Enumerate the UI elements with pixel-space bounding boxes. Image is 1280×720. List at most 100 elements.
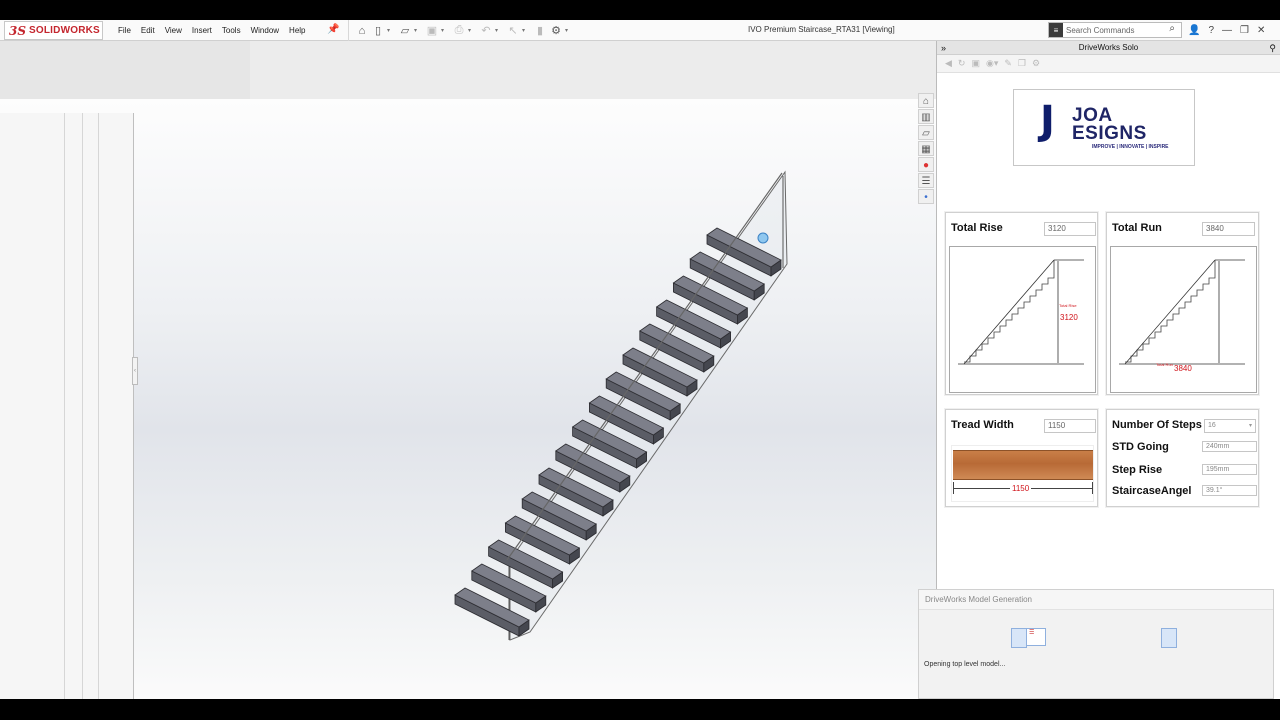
save-icon[interactable]: ▣ [971, 58, 980, 69]
rebuild-icon[interactable]: ▮ [533, 24, 547, 37]
menu-help[interactable]: Help [289, 26, 305, 35]
pane-collapse-handle[interactable]: ‹ [132, 357, 138, 385]
graphics-viewport[interactable]: ‹ [0, 99, 936, 699]
document-icon [1011, 628, 1027, 648]
menu-insert[interactable]: Insert [192, 26, 212, 35]
window-title: IVO Premium Staircase_RTA31 [Viewing] [748, 25, 895, 34]
dot-icon[interactable]: • [918, 189, 934, 204]
menu-file[interactable]: File [118, 26, 131, 35]
settings-icon[interactable]: ⚙ [1032, 58, 1040, 69]
back-icon[interactable]: ◀ [945, 58, 952, 69]
panel-title: DriveWorks Solo [1078, 43, 1139, 52]
total-rise-input[interactable]: 3120 [1044, 222, 1096, 236]
search-input[interactable]: Search Commands [1066, 26, 1134, 35]
close-icon[interactable]: ✕ [1257, 25, 1265, 36]
refresh-icon[interactable]: ↻ [958, 58, 966, 69]
folder-icon[interactable]: ▱ [918, 125, 934, 140]
options-icon[interactable]: ⚙ [549, 24, 563, 37]
help-icon[interactable]: ? [1208, 25, 1214, 36]
solidworks-logo[interactable]: 3S SOLIDWORKS [4, 21, 103, 40]
staircase-model[interactable] [440, 159, 800, 649]
dimension-tick [1092, 482, 1093, 494]
feature-manager-pane[interactable] [0, 113, 134, 699]
chevron-down-icon[interactable]: ▾ [495, 27, 501, 34]
divider [82, 113, 83, 699]
undo-icon[interactable]: ↶ [479, 24, 493, 37]
home-icon[interactable]: ⌂ [918, 93, 934, 108]
restore-icon[interactable]: ❐ [1240, 25, 1249, 36]
edit-icon[interactable]: ✎ [1004, 58, 1012, 69]
select-icon[interactable]: ↖ [506, 24, 520, 37]
quick-access-toolbar: ⌂ ▯ ▾ ▱ ▾ ▣ ▾ ⎙ ▾ ↶ ▾ ↖ ▾ ▮ ⚙ ▾ [348, 20, 574, 41]
copy-icon[interactable]: ❐ [1018, 58, 1026, 69]
tread-width-input[interactable]: 1150 [1044, 419, 1096, 433]
menu-tools[interactable]: Tools [222, 26, 241, 35]
total-rise-label: Total Rise [951, 222, 1003, 234]
logo-text-designs: ESIGNS [1072, 123, 1147, 144]
menu-window[interactable]: Window [251, 26, 279, 35]
window-controls: 👤 ? — ❐ ✕ [1188, 20, 1265, 41]
tread-width-card: Tread Width 1150 1150 [945, 409, 1098, 507]
parts-icon[interactable]: ▥ [918, 109, 934, 124]
minimize-icon[interactable]: — [1222, 25, 1232, 36]
chevron-down-icon[interactable]: ▾ [468, 27, 474, 34]
palette-icon[interactable]: ▦ [918, 141, 934, 156]
solidworks-window: 3S SOLIDWORKS File Edit View Insert Tool… [0, 20, 1280, 699]
chevron-down-icon[interactable]: ▾ [565, 27, 571, 34]
rise-diagram-value: 3120 [1060, 313, 1078, 322]
staircase-angle-field[interactable]: 39.1° [1202, 485, 1257, 496]
glass-top-edge [506, 172, 783, 561]
open-icon[interactable]: ▱ [398, 24, 412, 37]
chevron-down-icon[interactable]: ▾ [387, 27, 393, 34]
chevron-down-icon[interactable]: ▾ [441, 27, 447, 34]
menu-bar: File Edit View Insert Tools Window Help [118, 20, 316, 41]
chevron-down-icon[interactable]: ▾ [522, 27, 528, 34]
std-going-label: STD Going [1112, 441, 1169, 453]
staircase-angle-label: StaircaseAngel [1112, 485, 1192, 497]
appearance-icon[interactable]: ● [918, 157, 934, 172]
step-rise-label: Step Rise [1112, 464, 1163, 476]
cursor-indicator-icon [757, 232, 769, 244]
tread-width-diagram: 1150 [951, 445, 1094, 502]
home-icon[interactable]: ⌂ [355, 25, 369, 37]
new-icon[interactable]: ▯ [371, 24, 385, 37]
menu-view[interactable]: View [165, 26, 182, 35]
std-going-field[interactable]: 240mm [1202, 441, 1257, 452]
title-bar: 3S SOLIDWORKS File Edit View Insert Tool… [0, 20, 1280, 41]
print-icon[interactable]: ⎙ [452, 24, 466, 37]
total-rise-card: Total Rise 3120 Total Rise 3120 [945, 212, 1098, 395]
chevron-down-icon[interactable]: ▾ [414, 27, 420, 34]
search-commands-icon: ≡ [1049, 23, 1063, 37]
pin-icon[interactable]: ⚲ [1269, 41, 1276, 55]
total-run-input[interactable]: 3840 [1202, 222, 1255, 236]
properties-icon[interactable]: ☰ [918, 173, 934, 188]
save-icon[interactable]: ▣ [425, 24, 439, 37]
list-document-icon: ☰ [1026, 628, 1046, 646]
total-rise-diagram: Total Rise 3120 [949, 246, 1096, 393]
tread-width-label: Tread Width [951, 419, 1014, 431]
divider [64, 113, 65, 699]
step-rise-field[interactable]: 195mm [1202, 464, 1257, 475]
dimension-tick [953, 482, 954, 494]
chevron-down-icon: ▾ [1248, 423, 1252, 429]
user-icon[interactable]: 👤 [1188, 25, 1200, 36]
expand-icon[interactable]: » [941, 41, 946, 55]
menu-edit[interactable]: Edit [141, 26, 155, 35]
model-generation-dialog: DriveWorks Model Generation ☰ Opening to… [918, 589, 1274, 699]
joa-designs-logo: J JOA ESIGNS IMPROVE | INNOVATE | INSPIR… [1013, 89, 1195, 166]
logo-tagline: IMPROVE | INNOVATE | INSPIRE [1092, 144, 1169, 150]
tread-width-diagram-value: 1150 [1010, 484, 1032, 493]
logo-j-mark: J [1040, 98, 1055, 144]
steps-card: Number Of Steps 16 ▾ STD Going 240mm Step… [1106, 409, 1259, 507]
ds-logo-mark: 3S [9, 23, 27, 38]
search-box[interactable]: ≡ Search Commands ⌕ [1048, 22, 1182, 38]
search-icon[interactable]: ⌕ [1169, 23, 1175, 34]
task-pane-tabs: ⌂ ▥ ▱ ▦ ● ☰ • [918, 93, 934, 204]
pin-icon[interactable]: 📌 [327, 24, 339, 35]
total-run-card: Total Run 3840 Total Run 3840 [1106, 212, 1259, 395]
panel-toolbar: ◀ ↻ ▣ ◉▾ ✎ ❐ ⚙ [937, 55, 1280, 73]
number-of-steps-select[interactable]: 16 ▾ [1204, 419, 1256, 433]
view-icon[interactable]: ◉▾ [986, 58, 998, 69]
solidworks-wordmark: SOLIDWORKS [29, 25, 100, 36]
rise-diagram-label: Total Rise [1059, 303, 1077, 308]
